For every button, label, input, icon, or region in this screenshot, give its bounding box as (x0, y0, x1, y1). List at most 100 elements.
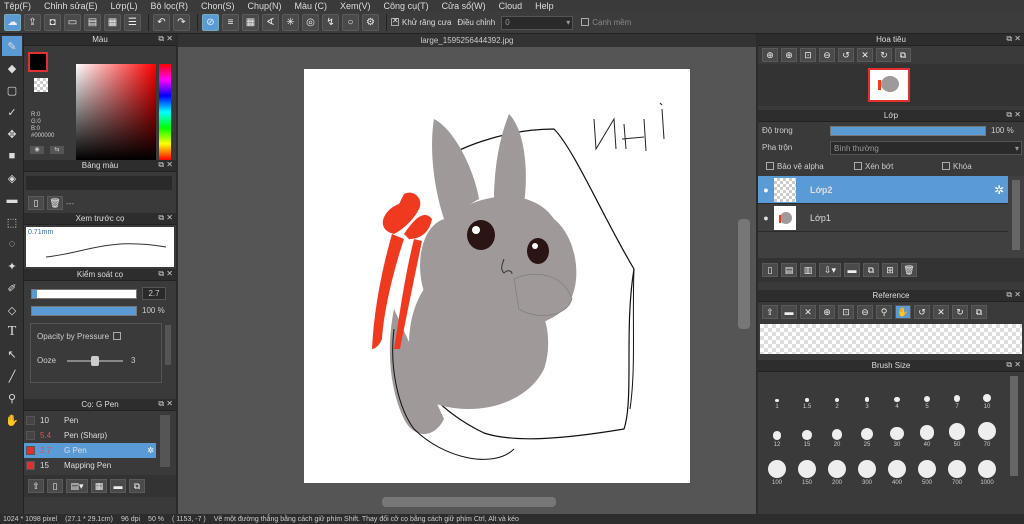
brush-size-option[interactable]: 15 (792, 410, 822, 448)
eyedropper-icon[interactable]: ⚲ (2, 388, 22, 408)
ooze-knob[interactable] (91, 356, 99, 366)
upload-icon[interactable]: ⇧ (28, 479, 44, 493)
close-icon[interactable]: ⧉ ✕ (1006, 34, 1021, 44)
magic-wand-icon[interactable]: ✦ (2, 256, 22, 276)
brush-item-pen[interactable]: 10 Pen (24, 413, 156, 428)
brush-size-option[interactable]: 150 (792, 448, 822, 486)
text-icon[interactable]: T (2, 322, 22, 342)
foreground-color-swatch[interactable] (28, 52, 48, 72)
layer-item-lop2[interactable]: ● Lớp2 ✲ (758, 176, 1008, 204)
gradient-icon[interactable]: ▬ (2, 190, 22, 210)
copy-icon[interactable]: ⧉ (895, 48, 911, 62)
menu-file[interactable]: Tệp(F) (4, 1, 31, 11)
opacity-pressure-checkbox[interactable] (113, 331, 122, 340)
fill-rect-icon[interactable]: ■ (2, 146, 22, 166)
gear-icon[interactable]: ✲ (994, 183, 1004, 197)
lock-checkbox[interactable] (942, 161, 950, 170)
brush-size-option[interactable]: 40 (912, 410, 942, 448)
reference-view[interactable] (760, 324, 1022, 354)
move-icon[interactable]: ✥ (2, 124, 22, 144)
rect-select-icon[interactable]: ▢ (2, 80, 22, 100)
brush-size-option[interactable]: 1 (762, 376, 792, 410)
close-icon[interactable]: ✕ (800, 305, 816, 319)
select-pen-icon[interactable]: ✐ (2, 278, 22, 298)
merge-icon[interactable]: ⊞ (882, 263, 898, 277)
select-icon[interactable]: ⬚ (2, 212, 22, 232)
settings-snap-icon[interactable]: ⚙ (362, 14, 379, 31)
brush-size-option[interactable]: 2 (822, 376, 852, 410)
eye-icon[interactable]: ◉ (30, 146, 44, 154)
redo-icon[interactable]: ↷ (173, 14, 190, 31)
menu-view[interactable]: Xem(V) (340, 1, 371, 11)
ooze-slider[interactable] (67, 356, 123, 366)
zoom-in-icon[interactable]: ⊕ (762, 48, 778, 62)
copy-icon[interactable]: ⧉ (129, 479, 145, 493)
bucket-icon[interactable]: ◈ (2, 168, 22, 188)
brush-item-mapping-pen[interactable]: 15 Mapping Pen (24, 458, 156, 473)
hand-icon[interactable]: ✋ (895, 305, 911, 319)
rotate-right-icon[interactable]: ↻ (876, 48, 892, 62)
lasso-icon[interactable]: ✓ (2, 102, 22, 122)
close-icon[interactable]: ⧉ ✕ (158, 399, 173, 409)
upload-icon[interactable]: ⇧ (762, 305, 778, 319)
close-icon[interactable]: ⧉ ✕ (1006, 290, 1021, 300)
antialias-checkbox[interactable] (391, 16, 399, 26)
saturation-value-picker[interactable] (76, 64, 156, 160)
menu-tools[interactable]: Công cụ(T) (384, 1, 429, 11)
cloud-icon[interactable]: ☁ (4, 14, 21, 31)
radial-snap-icon[interactable]: ✳ (282, 14, 299, 31)
menu-filter[interactable]: Bộ lọc(R) (150, 1, 188, 11)
menu-layer[interactable]: Lớp(L) (111, 1, 138, 11)
brush-size-option[interactable]: 400 (882, 448, 912, 486)
fit-icon[interactable]: ⊡ (800, 48, 816, 62)
angle-snap-icon[interactable]: ∢ (262, 14, 279, 31)
close-icon[interactable]: ⧉ ✕ (158, 34, 173, 44)
list-icon[interactable]: ☰ (124, 14, 141, 31)
brush-size-option[interactable]: 700 (942, 448, 972, 486)
canvas-area[interactable]: large_1595256444392.jpg (178, 34, 756, 514)
layer-opacity-slider[interactable] (830, 126, 986, 136)
menu-window[interactable]: Cửa sổ(W) (442, 1, 486, 11)
frame-divider-icon[interactable]: ╱ (2, 366, 22, 386)
grid-snap-icon[interactable]: ▦ (242, 14, 259, 31)
ellipse-snap-icon[interactable]: ○ (342, 14, 359, 31)
document-tab[interactable]: large_1595256444392.jpg (178, 34, 756, 47)
size-slider[interactable] (31, 289, 137, 299)
opacity-slider[interactable] (31, 306, 137, 316)
palette-swatches[interactable] (26, 176, 172, 190)
brush-size-option[interactable]: 12 (762, 410, 792, 448)
brush-size-option[interactable]: 70 (972, 410, 1002, 448)
smooth-toggle[interactable]: Cạnh mềm (581, 17, 631, 27)
copy-icon[interactable]: ⧉ (971, 305, 987, 319)
new-layer-icon[interactable]: ▯ (762, 263, 778, 277)
new-palette-icon[interactable]: ▯ (28, 196, 44, 210)
visibility-icon[interactable]: ● (758, 213, 774, 223)
close-icon[interactable]: ⧉ ✕ (158, 213, 173, 223)
layer-menu-icon[interactable]: ⇩▾ (819, 263, 841, 277)
new-layer-8bit-icon[interactable]: ▤ (781, 263, 797, 277)
antialias-toggle[interactable]: Khử răng cưa (391, 16, 451, 27)
brush-size-option[interactable]: 25 (852, 410, 882, 448)
hue-slider[interactable] (159, 64, 171, 160)
clipping-checkbox[interactable] (854, 161, 862, 170)
menu-help[interactable]: Help (535, 1, 554, 11)
folder-icon[interactable]: ▬ (844, 263, 860, 277)
adjust-select[interactable]: 0 ▾ (501, 15, 574, 30)
page-icon[interactable]: ▦ (91, 479, 107, 493)
gear-icon[interactable]: ✲ (147, 446, 154, 455)
page-icon[interactable]: ▤ (84, 14, 101, 31)
parallel-snap-icon[interactable]: ≡ (222, 14, 239, 31)
brush-icon[interactable]: ✎ (2, 36, 22, 56)
scrollbar[interactable] (1012, 180, 1020, 250)
select-eraser-icon[interactable]: ◇ (2, 300, 22, 320)
brush-size-option[interactable]: 30 (882, 410, 912, 448)
horizontal-scrollbar[interactable] (382, 497, 556, 507)
menu-select[interactable]: Chọn(S) (201, 1, 235, 11)
flip-icon[interactable]: ✕ (933, 305, 949, 319)
grid-icon[interactable]: ▦ (104, 14, 121, 31)
comment-icon[interactable]: ▭ (64, 14, 81, 31)
scrollbar[interactable] (1010, 376, 1018, 476)
brush-size-option[interactable]: 4 (882, 376, 912, 410)
rotate-left-icon[interactable]: ↺ (838, 48, 854, 62)
zoom-out-icon[interactable]: ⊖ (819, 48, 835, 62)
